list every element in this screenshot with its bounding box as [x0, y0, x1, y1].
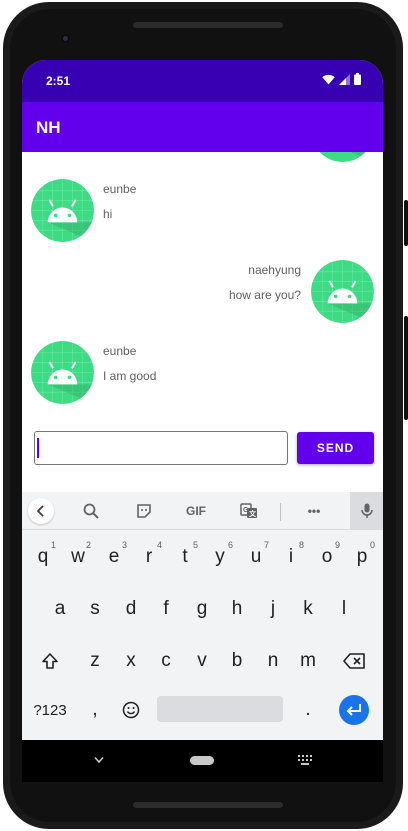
- key-p[interactable]: p0: [346, 537, 378, 577]
- emoji-icon: [122, 701, 140, 719]
- key-n[interactable]: n: [257, 641, 289, 681]
- backspace-icon: [343, 653, 365, 669]
- toolbar-divider: [280, 503, 281, 521]
- microphone-icon[interactable]: [350, 492, 383, 530]
- svg-text:文: 文: [249, 509, 257, 518]
- chevron-left-icon[interactable]: [28, 498, 54, 524]
- text-cursor: [37, 438, 39, 458]
- app-title: NH: [36, 118, 61, 137]
- comma-key[interactable]: ,: [79, 690, 111, 730]
- keyboard-switch-icon[interactable]: [298, 755, 312, 766]
- android-icon: [31, 179, 94, 242]
- key-q[interactable]: q1: [27, 537, 59, 577]
- svg-text:G: G: [243, 507, 249, 514]
- translate-icon[interactable]: 文G: [234, 497, 264, 525]
- keyboard-toolbar: GIF 文G •••: [22, 492, 383, 530]
- avatar: [31, 341, 94, 404]
- message-input[interactable]: [34, 431, 288, 465]
- status-time: 2:51: [46, 74, 71, 88]
- avatar: [31, 179, 94, 242]
- sticker-icon[interactable]: [129, 497, 159, 525]
- key-z[interactable]: z: [79, 641, 111, 681]
- message-text: I am good: [103, 369, 157, 383]
- key-a[interactable]: a: [44, 589, 76, 629]
- status-icons: [322, 73, 361, 85]
- bottom-speaker: [133, 802, 283, 808]
- shift-icon: [42, 653, 58, 669]
- android-icon: [319, 152, 374, 162]
- app-screen: 2:51 NH eunbe hi naehyung how are you? e…: [22, 60, 383, 782]
- enter-key[interactable]: [339, 695, 369, 725]
- key-r[interactable]: r4: [133, 537, 165, 577]
- key-y[interactable]: y6: [204, 537, 236, 577]
- send-button[interactable]: SEND: [297, 432, 374, 464]
- message-text: how are you?: [228, 288, 301, 302]
- key-l[interactable]: l: [328, 589, 360, 629]
- key-b[interactable]: b: [221, 641, 253, 681]
- symbols-key[interactable]: ?123: [30, 690, 70, 730]
- key-i[interactable]: i8: [275, 537, 307, 577]
- key-k[interactable]: k: [292, 589, 324, 629]
- key-f[interactable]: f: [150, 589, 182, 629]
- message-text: hi: [103, 207, 113, 221]
- key-v[interactable]: v: [186, 641, 218, 681]
- nav-back-chevron-down-icon[interactable]: [94, 756, 104, 764]
- battery-icon: [354, 73, 361, 85]
- shift-key[interactable]: [34, 641, 66, 681]
- cell-signal-icon: [339, 73, 350, 85]
- front-camera: [61, 34, 70, 43]
- emoji-key[interactable]: [115, 690, 147, 730]
- message-list[interactable]: eunbe hi naehyung how are you? eunbe I a…: [22, 152, 383, 420]
- power-button: [404, 316, 408, 420]
- avatar: [311, 260, 374, 323]
- search-icon[interactable]: [76, 497, 106, 525]
- key-u[interactable]: u7: [240, 537, 272, 577]
- navigation-bar: [22, 740, 383, 782]
- key-x[interactable]: x: [115, 641, 147, 681]
- key-t[interactable]: t5: [169, 537, 201, 577]
- key-g[interactable]: g: [186, 589, 218, 629]
- message-sender: eunbe: [103, 182, 137, 196]
- avatar: [311, 152, 374, 162]
- message-sender: naehyung: [248, 263, 301, 277]
- android-icon: [31, 341, 94, 404]
- home-pill-button[interactable]: [190, 756, 214, 765]
- period-key[interactable]: .: [292, 690, 324, 730]
- key-d[interactable]: d: [115, 589, 147, 629]
- soft-keyboard: GIF 文G ••• q1 w2 e3 r4 t5 y6 u7 i8 o9 p0…: [22, 492, 383, 740]
- backspace-key[interactable]: [338, 641, 370, 681]
- key-h[interactable]: h: [221, 589, 253, 629]
- gif-button[interactable]: GIF: [181, 497, 211, 525]
- android-icon: [311, 260, 374, 323]
- wifi-icon: [322, 74, 335, 84]
- status-bar: 2:51: [22, 60, 383, 102]
- space-bar[interactable]: [157, 696, 283, 722]
- volume-button: [404, 200, 408, 246]
- more-options-icon[interactable]: •••: [299, 497, 329, 525]
- enter-icon: [346, 704, 361, 716]
- key-s[interactable]: s: [79, 589, 111, 629]
- message-sender: eunbe: [103, 344, 137, 358]
- key-c[interactable]: c: [150, 641, 182, 681]
- key-o[interactable]: o9: [311, 537, 343, 577]
- key-j[interactable]: j: [257, 589, 289, 629]
- key-w[interactable]: w2: [62, 537, 94, 577]
- key-m[interactable]: m: [292, 641, 324, 681]
- app-bar: NH: [22, 102, 383, 152]
- earpiece-speaker: [133, 22, 283, 28]
- key-e[interactable]: e3: [98, 537, 130, 577]
